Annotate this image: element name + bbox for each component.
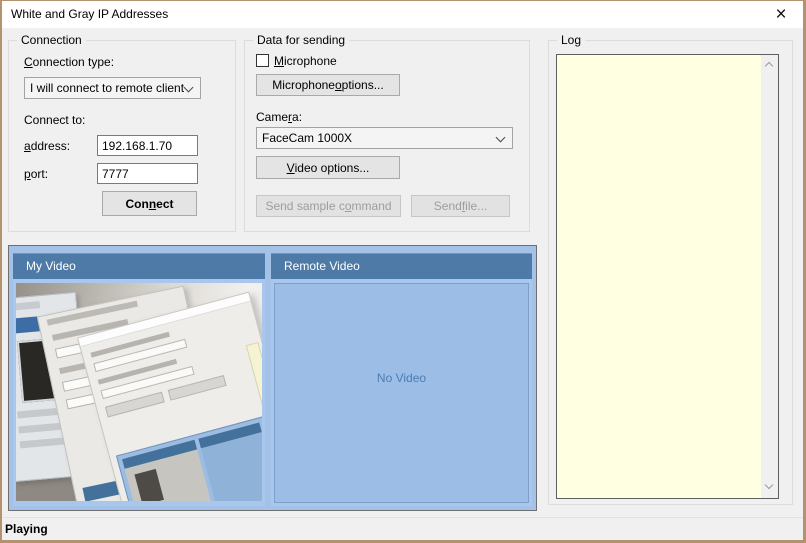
text-part: a <box>24 139 31 153</box>
log-content <box>559 57 760 496</box>
no-video-text: No Video <box>377 371 426 385</box>
connection-type-label: Connection type: <box>24 55 114 69</box>
text-part: ile... <box>465 199 487 213</box>
address-input[interactable] <box>97 135 198 156</box>
connection-type-combobox[interactable]: I will connect to remote client <box>24 77 201 99</box>
text-part: Send <box>434 199 462 213</box>
group-connection-title: Connection <box>17 33 86 47</box>
log-textarea[interactable] <box>556 54 779 499</box>
text-part: C <box>24 55 33 69</box>
my-video-header: My Video <box>13 253 265 279</box>
close-icon: × <box>775 5 786 24</box>
text-part: ptions... <box>342 78 384 92</box>
camera-combobox[interactable]: FaceCam 1000X <box>256 127 513 149</box>
send-file-button[interactable]: Send file... <box>411 195 510 217</box>
chevron-down-icon <box>496 133 506 143</box>
video-container: My Video <box>8 245 537 511</box>
dialog-window: White and Gray IP Addresses × Connection… <box>0 0 806 543</box>
connection-type-value: I will connect to remote client <box>30 81 184 95</box>
text-part: n <box>149 197 156 211</box>
status-bar: Playing <box>2 517 803 540</box>
group-log-title: Log <box>557 33 585 47</box>
text-part: mmand <box>352 199 392 213</box>
camera-label: Camera: <box>256 110 302 124</box>
text-part: Microphone <box>272 78 335 92</box>
microphone-options-button[interactable]: Microphone options... <box>256 74 400 96</box>
text-part: V <box>287 161 295 175</box>
microphone-checkbox[interactable] <box>256 54 269 67</box>
scroll-up-arrow-icon[interactable] <box>761 57 778 74</box>
camera-value: FaceCam 1000X <box>262 131 352 145</box>
port-label: port: <box>24 167 48 181</box>
text-part: ddress: <box>31 139 70 153</box>
text-part: ort: <box>31 167 48 181</box>
remote-video-body: No Video <box>274 283 529 503</box>
log-scrollbar[interactable] <box>761 55 778 498</box>
remote-video-header: Remote Video <box>271 253 532 279</box>
my-video-feed <box>16 283 262 501</box>
title-bar: White and Gray IP Addresses × <box>2 1 803 28</box>
text-part: ideo options... <box>295 161 370 175</box>
my-video-panel: My Video <box>13 253 265 506</box>
text-part: o <box>335 78 342 92</box>
text-part: icrophone <box>284 54 337 68</box>
group-data-for-sending-title: Data for sending <box>253 33 349 47</box>
send-sample-command-button[interactable]: Send sample command <box>256 195 401 217</box>
text-part: p <box>24 167 31 181</box>
text-part: a: <box>292 110 302 124</box>
connect-to-label: Connect to: <box>24 113 85 127</box>
text-part: o <box>345 199 352 213</box>
chevron-down-icon <box>184 83 194 93</box>
remote-video-title: Remote Video <box>284 259 360 273</box>
photo-inner-video-panels <box>116 416 262 501</box>
scroll-down-arrow-icon[interactable] <box>761 479 778 496</box>
text-part: M <box>274 54 284 68</box>
window-title: White and Gray IP Addresses <box>11 7 168 21</box>
status-text: Playing <box>5 522 48 536</box>
close-button[interactable]: × <box>759 1 803 28</box>
text-part: onnection type: <box>33 55 114 69</box>
text-part: Send sample c <box>265 199 344 213</box>
text-part: Came <box>256 110 288 124</box>
port-input[interactable] <box>97 163 198 184</box>
my-video-title: My Video <box>26 259 76 273</box>
text-part: Con <box>125 197 148 211</box>
video-options-button[interactable]: Video options... <box>256 156 400 179</box>
connect-button[interactable]: Connect <box>102 191 197 216</box>
remote-video-panel: Remote Video No Video <box>271 253 532 506</box>
microphone-label: Microphone <box>274 54 337 68</box>
text-part: ect <box>156 197 173 211</box>
address-label: address: <box>24 139 70 153</box>
